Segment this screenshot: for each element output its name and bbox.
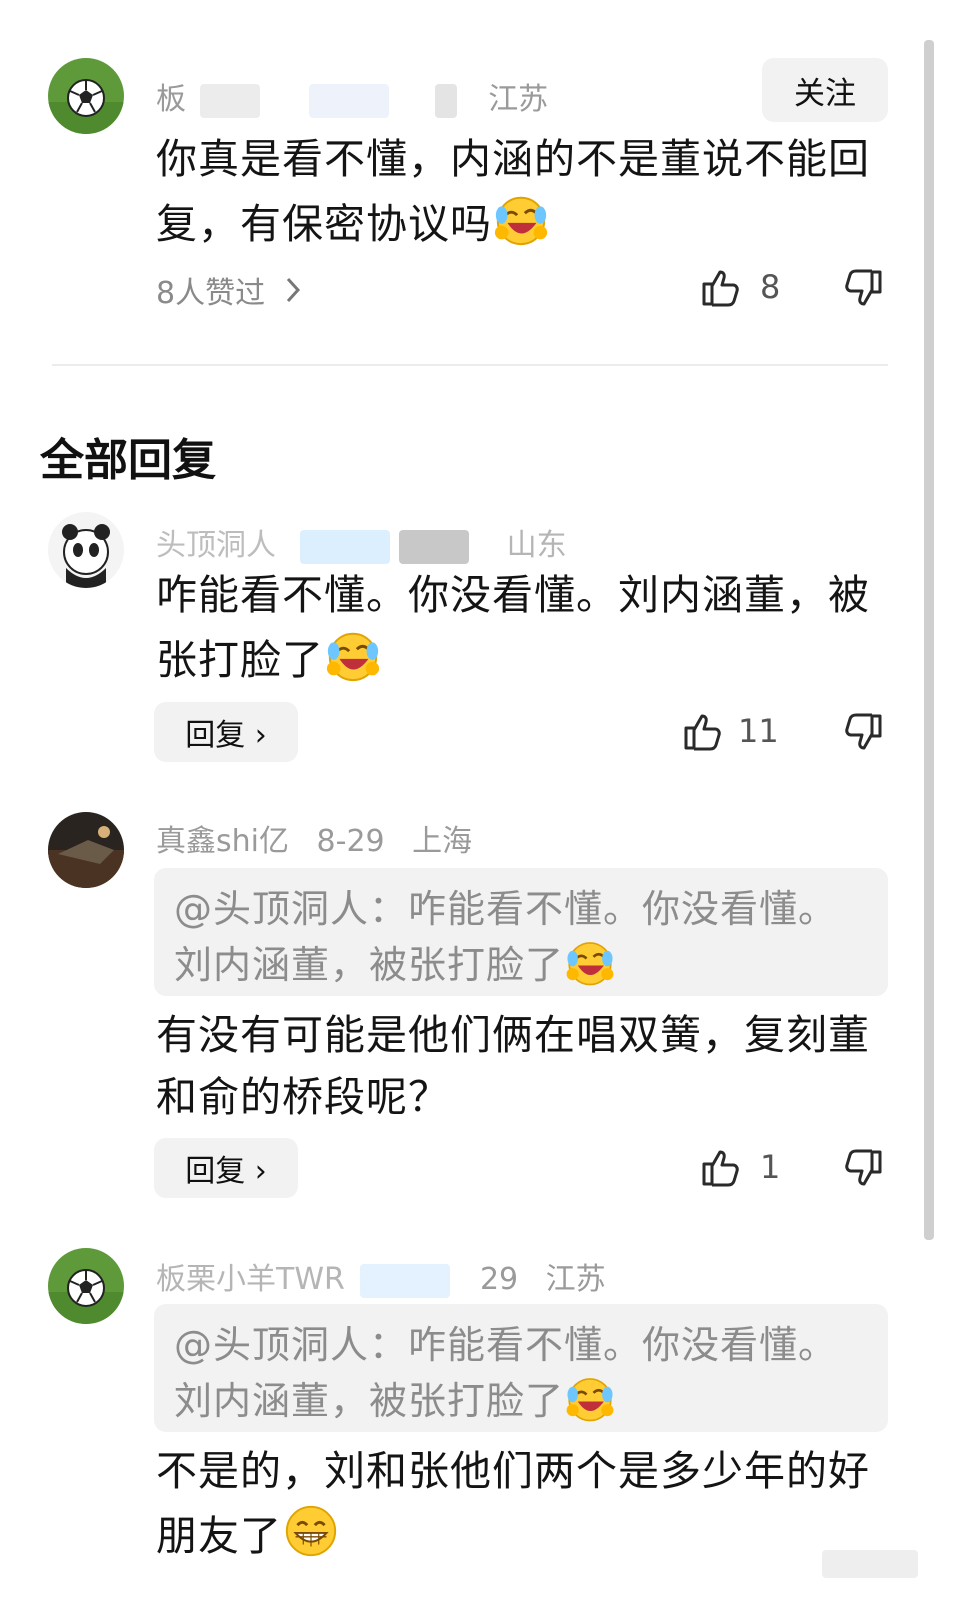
- reply-2-like-button[interactable]: 1: [700, 1146, 780, 1188]
- blurred-username: [309, 83, 390, 118]
- section-title: 全部回复: [40, 435, 216, 486]
- quote-line: @头顶洞人：咋能看不懂。你没看懂。: [174, 1323, 838, 1367]
- user-avatar-reply-1[interactable]: [48, 512, 124, 588]
- user-avatar-original[interactable]: [48, 58, 124, 134]
- quoted-reply: @头顶洞人：咋能看不懂。你没看懂。 刘内涵董，被张打脸了: [154, 1304, 888, 1432]
- soccer-ball-avatar-icon: [48, 1248, 124, 1324]
- blurred-date: [434, 83, 457, 118]
- reply-1-dislike-button[interactable]: [842, 712, 884, 758]
- laughing-crying-emoji-icon: [564, 1372, 616, 1424]
- reply-button[interactable]: 回复 ›: [154, 702, 298, 762]
- reply-2-username-row: 真鑫shi亿 8-29 上海: [156, 816, 472, 860]
- thumbs-down-icon: [842, 1148, 884, 1190]
- username-visible: 真鑫shi亿: [156, 824, 289, 859]
- thumbs-down-icon: [842, 712, 884, 754]
- laughing-crying-emoji-icon: [324, 626, 382, 684]
- quoted-reply: @头顶洞人：咋能看不懂。你没看懂。 刘内涵董，被张打脸了: [154, 868, 888, 996]
- text-span: 张打脸了: [156, 636, 324, 684]
- thumbs-down-icon: [842, 268, 884, 310]
- divider: [52, 364, 888, 366]
- quote-span: 刘内涵董，被张打脸了: [174, 943, 565, 987]
- grinning-emoji-icon: [282, 1502, 340, 1560]
- text-line: 和俞的桥段呢？: [156, 1073, 450, 1121]
- username-visible: 板: [156, 82, 186, 117]
- text-line: 朋友了: [156, 1502, 886, 1567]
- reply-button[interactable]: 回复 ›: [154, 1138, 298, 1198]
- blurred-username: [399, 529, 470, 564]
- soccer-ball-avatar-icon: [48, 58, 124, 134]
- reply-1-like-button[interactable]: 11: [682, 710, 779, 752]
- username-visible: 头顶洞人: [156, 528, 276, 563]
- scrollbar[interactable]: [924, 40, 934, 1240]
- like-count: 1: [760, 1148, 781, 1186]
- original-dislike-button[interactable]: [842, 268, 884, 314]
- chevron-right-icon: [283, 274, 303, 306]
- username-visible: 板栗小羊TWR: [156, 1262, 345, 1297]
- liked-by-text: 8人赞过: [156, 276, 266, 311]
- original-location: 江苏: [488, 82, 549, 117]
- laughing-crying-emoji-icon: [492, 190, 550, 248]
- reply-3-username-row: 板栗小羊TWR 29 江苏: [156, 1254, 606, 1298]
- quote-span: 刘内涵董，被张打脸了: [174, 1379, 565, 1423]
- text-line: 不是的，刘和张他们两个是多少年的好: [156, 1447, 870, 1495]
- quote-line: 刘内涵董，被张打脸了: [174, 936, 868, 992]
- original-like-button[interactable]: 8: [700, 266, 780, 308]
- original-username-row: 板 江苏: [156, 74, 548, 118]
- thumbs-up-icon: [700, 266, 742, 308]
- night-photo-avatar-icon: [48, 812, 124, 888]
- reply-2-location: 上海: [412, 824, 473, 859]
- reply-1-text: 咋能看不懂。你没看懂。刘内涵董，被 张打脸了: [156, 564, 886, 691]
- laughing-crying-emoji-icon: [564, 936, 616, 988]
- panda-avatar-icon: [48, 512, 124, 588]
- text-line: 有没有可能是他们俩在唱双簧，复刻董: [156, 1011, 870, 1059]
- reply-3-date: 29: [479, 1262, 519, 1297]
- user-avatar-reply-3[interactable]: [48, 1248, 124, 1324]
- quote-line: @头顶洞人：咋能看不懂。你没看懂。: [174, 887, 838, 931]
- blurred-username: [299, 529, 390, 564]
- quote-line: 刘内涵董，被张打脸了: [174, 1372, 868, 1428]
- original-comment-text: 你真是看不懂，内涵的不是董说不能回复，有保密协议吗: [156, 128, 886, 255]
- thumbs-up-icon: [682, 710, 724, 752]
- follow-button[interactable]: 关注: [762, 58, 888, 122]
- reply-3-text: 不是的，刘和张他们两个是多少年的好 朋友了: [156, 1440, 886, 1567]
- reply-3-location: 江苏: [545, 1262, 606, 1297]
- thumbs-up-icon: [700, 1146, 742, 1188]
- blurred-username: [360, 1263, 451, 1298]
- text-line: 咋能看不懂。你没看懂。刘内涵董，被: [156, 571, 870, 619]
- text-line: 张打脸了: [156, 626, 886, 691]
- watermark-icon: [822, 1550, 918, 1578]
- reply-2-date: 8-29: [316, 824, 385, 859]
- reply-2-text: 有没有可能是他们俩在唱双簧，复刻董 和俞的桥段呢？: [156, 1004, 886, 1128]
- reply-1-location: 山东: [506, 528, 567, 563]
- like-count: 11: [738, 712, 779, 750]
- liked-by-link[interactable]: 8人赞过: [156, 268, 303, 312]
- reply-2-dislike-button[interactable]: [842, 1148, 884, 1194]
- blurred-username: [199, 83, 260, 118]
- user-avatar-reply-2[interactable]: [48, 812, 124, 888]
- like-count: 8: [760, 268, 781, 306]
- text-span: 朋友了: [156, 1512, 282, 1560]
- reply-1-username-row: 头顶洞人 山东: [156, 520, 567, 564]
